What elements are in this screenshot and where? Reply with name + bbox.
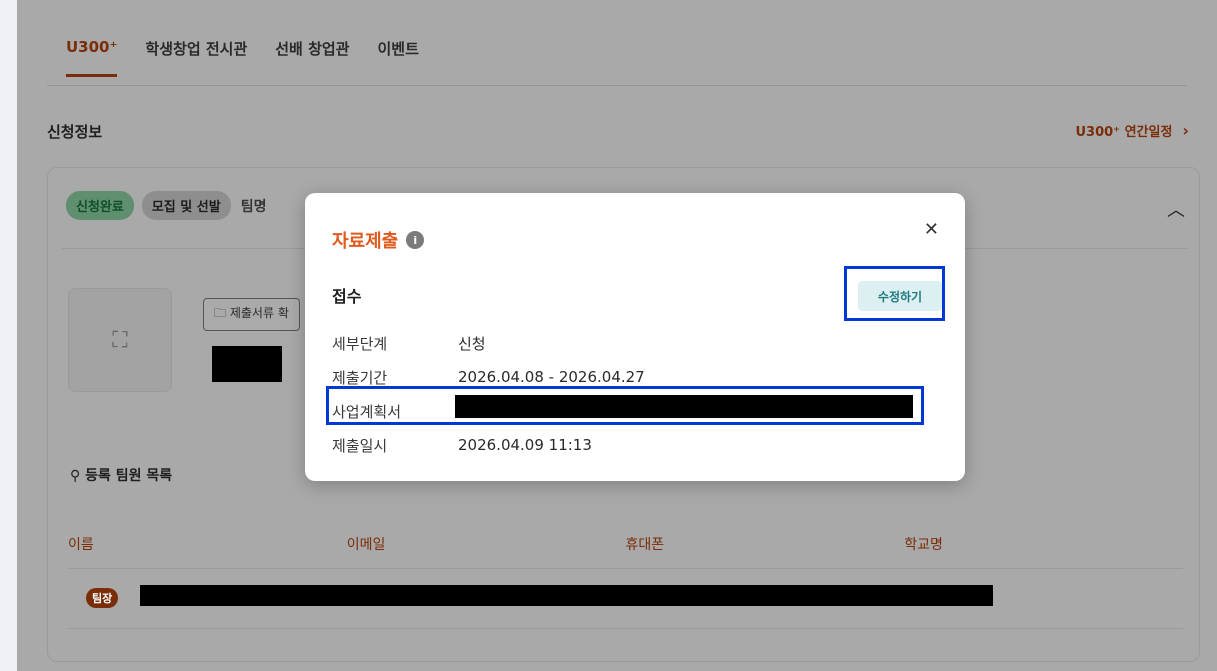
user-icon: ⚲ bbox=[70, 468, 81, 484]
section-title: 신청정보 bbox=[47, 123, 103, 141]
members-title: ⚲ 등록 팀원 목록 bbox=[70, 465, 172, 485]
info-icon[interactable]: i bbox=[406, 231, 425, 249]
detail-key: 세부단계 bbox=[332, 334, 388, 353]
highlight-frame bbox=[326, 386, 924, 425]
table-row-divider bbox=[68, 628, 1183, 629]
detail-value: 신청 bbox=[458, 334, 486, 353]
tab-student-startup-gallery[interactable]: 학생창업 전시관 bbox=[145, 38, 247, 77]
detail-key: 제출일시 bbox=[332, 436, 388, 455]
redacted-block bbox=[140, 585, 993, 606]
leader-badge: 팀장 bbox=[86, 588, 119, 608]
table-header-divider bbox=[68, 568, 1183, 569]
col-school: 학교명 bbox=[904, 537, 943, 553]
redacted-block bbox=[212, 346, 282, 382]
submitted-docs-label: 제출서류 확 bbox=[229, 306, 289, 320]
detail-row: 세부단계 신청 bbox=[332, 326, 645, 360]
tab-bar: U300⁺ 학생창업 전시관 선배 창업관 이벤트 bbox=[66, 38, 447, 77]
close-icon[interactable]: ✕ bbox=[924, 219, 939, 240]
col-phone: 휴대폰 bbox=[625, 537, 665, 553]
members-table-header: 이름 이메일 휴대폰 학교명 bbox=[68, 534, 1183, 554]
image-placeholder-icon: ⛶ bbox=[68, 288, 172, 392]
annual-schedule-label: U300⁺ 연간일정 bbox=[1075, 125, 1173, 140]
detail-value: 2026.04.08 - 2026.04.27 bbox=[458, 368, 645, 386]
tab-events[interactable]: 이벤트 bbox=[377, 38, 418, 77]
team-name-label: 팀명 bbox=[240, 198, 267, 215]
status-badge-complete: 신청완료 bbox=[66, 191, 134, 220]
annual-schedule-link[interactable]: U300⁺ 연간일정 › bbox=[1075, 121, 1189, 140]
folder-icon: 🗀 bbox=[214, 306, 227, 320]
stage-label: 접수 bbox=[332, 287, 362, 306]
left-margin bbox=[0, 0, 17, 671]
highlight-frame bbox=[844, 266, 945, 321]
chevron-right-icon: › bbox=[1182, 121, 1189, 140]
chevron-up-icon[interactable]: ︿ bbox=[1167, 196, 1185, 222]
detail-key: 제출기간 bbox=[332, 368, 388, 387]
detail-row: 제출일시 2026.04.09 11:13 bbox=[332, 428, 645, 462]
tab-u300[interactable]: U300⁺ bbox=[66, 38, 118, 77]
tabs-divider bbox=[47, 85, 1187, 86]
detail-value: 2026.04.09 11:13 bbox=[458, 436, 592, 454]
modal-title-label: 자료제출 bbox=[332, 231, 399, 252]
col-name: 이름 bbox=[68, 537, 94, 553]
tab-senior-startup-hall[interactable]: 선배 창업관 bbox=[275, 38, 349, 77]
col-email: 이메일 bbox=[346, 537, 386, 553]
status-badges: 신청완료 모집 및 선발 팀명 bbox=[66, 191, 266, 220]
modal-title: 자료제출 i bbox=[332, 227, 425, 253]
status-badge-recruit: 모집 및 선발 bbox=[141, 191, 231, 220]
submission-modal: 자료제출 i ✕ 접수 수정하기 세부단계 신청 제출기간 2026.04.08… bbox=[305, 193, 965, 481]
members-title-label: 등록 팀원 목록 bbox=[85, 468, 173, 484]
submitted-docs-button[interactable]: 🗀 제출서류 확 bbox=[203, 298, 300, 331]
